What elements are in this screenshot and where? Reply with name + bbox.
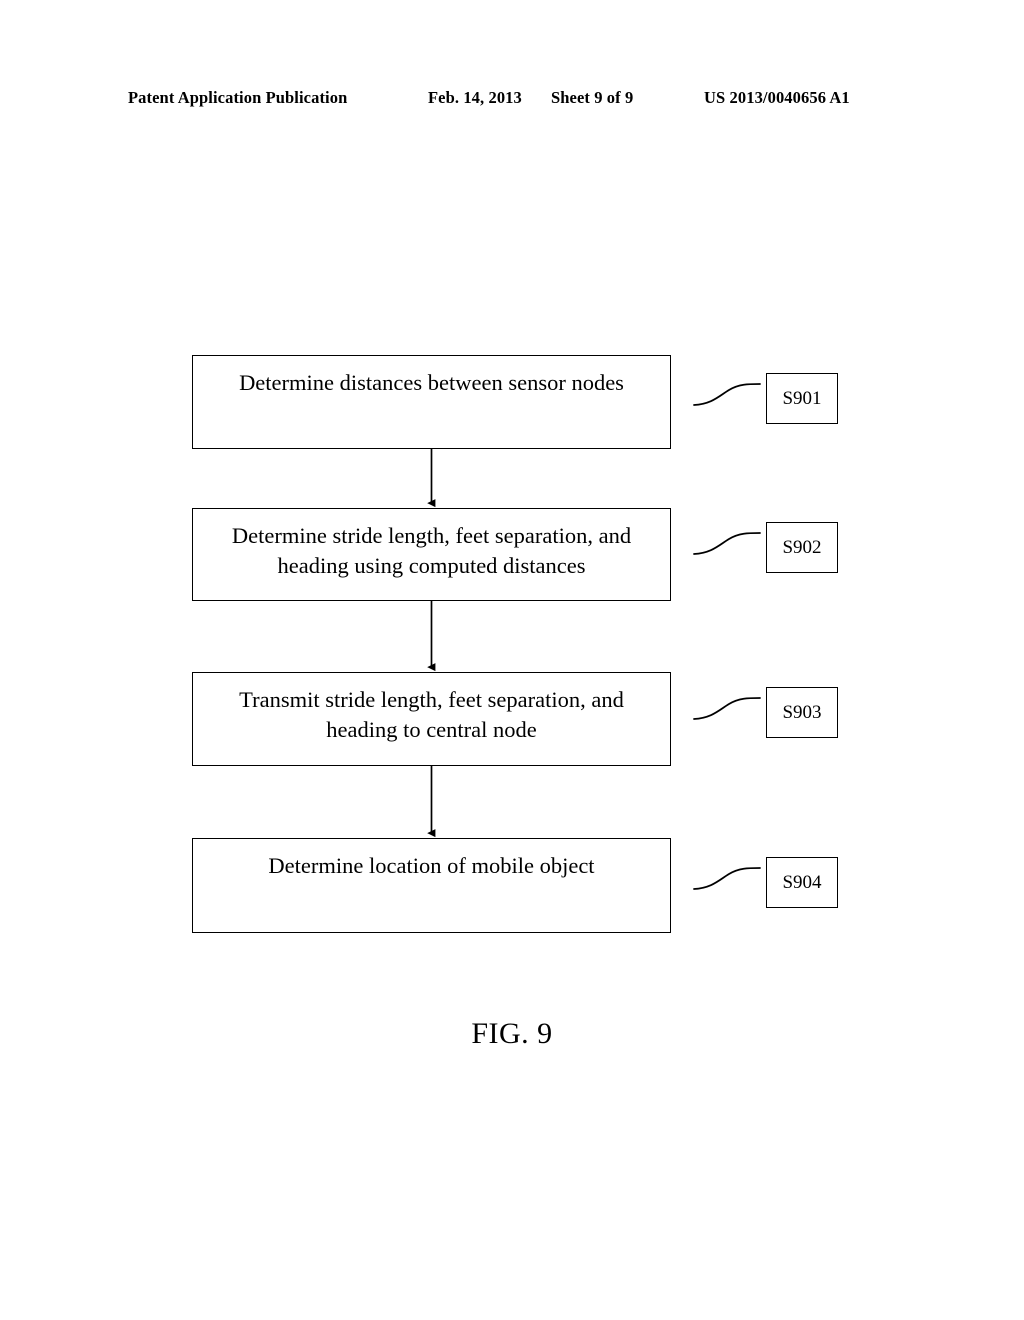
flowchart-step-box-s901: Determine distances between sensor nodes: [192, 355, 671, 449]
leader-line-s903: [693, 697, 761, 720]
reference-label-text-s902: S902: [782, 537, 822, 558]
reference-label-box-s902: S902: [766, 522, 838, 573]
reference-label-box-s903: S903: [766, 687, 838, 738]
flowchart-step-box-s902: Determine stride length, feet separation…: [192, 508, 671, 601]
flowchart-step-text-s901: Determine distances between sensor nodes: [239, 370, 624, 395]
reference-label-text-s901: S901: [782, 388, 822, 409]
reference-label-text-s904: S904: [782, 872, 822, 893]
reference-label-text-s903: S903: [782, 702, 822, 723]
flowchart-step-box-s903: Transmit stride length, feet separation,…: [192, 672, 671, 766]
leader-line-s902: [693, 532, 761, 555]
flowchart: Determine distances between sensor nodes…: [0, 0, 1024, 1320]
leader-line-s904: [693, 867, 761, 890]
flowchart-vector-layer: [427, 383, 761, 890]
reference-label-box-s904: S904: [766, 857, 838, 908]
flowchart-step-text-s904: Determine location of mobile object: [268, 853, 595, 878]
reference-label-box-s901: S901: [766, 373, 838, 424]
flowchart-step-box-s904: Determine location of mobile object: [192, 838, 671, 933]
leader-line-s901: [693, 383, 761, 406]
flowchart-step-text-s903: Transmit stride length, feet separation,…: [239, 687, 624, 742]
figure-caption: FIG. 9: [471, 1017, 553, 1050]
patent-drawing-page: Patent Application Publication Feb. 14, …: [0, 0, 1024, 1320]
flowchart-step-text-s902: Determine stride length, feet separation…: [231, 523, 632, 578]
